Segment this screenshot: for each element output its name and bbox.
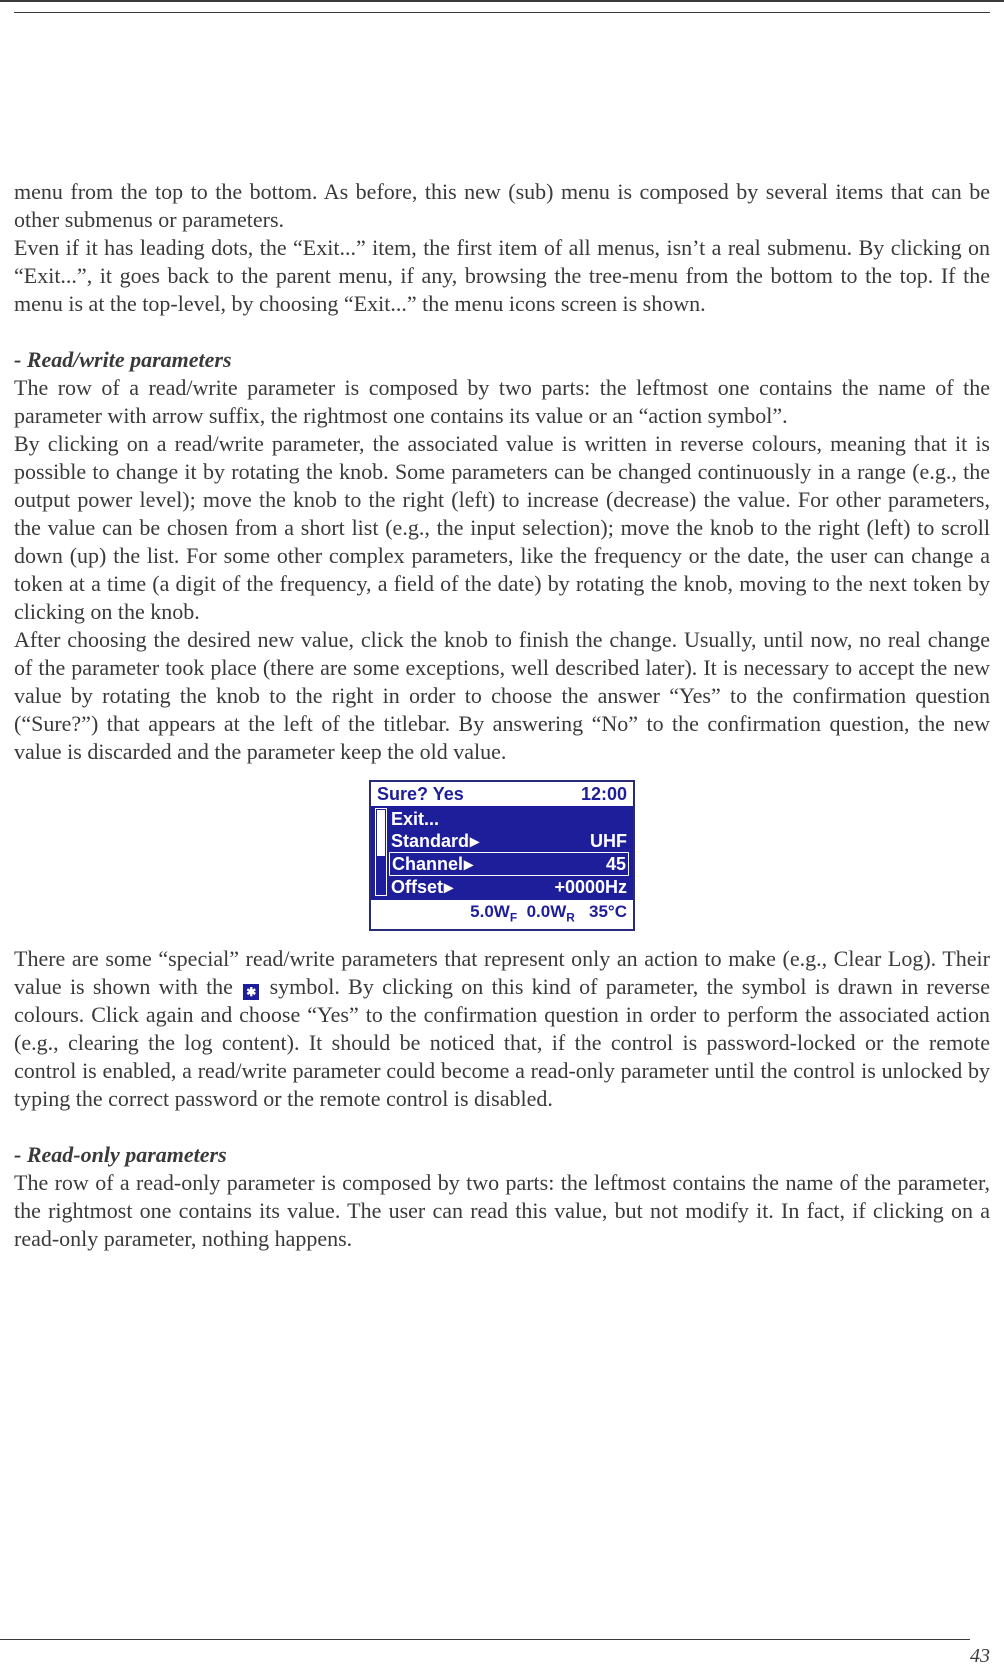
lcd-screenshot: Sure? Yes 12:00 Exit... Standard▸ UHF [14,780,990,931]
lcd-row-standard: Standard▸ UHF [389,830,629,852]
paragraph: The row of a read-only parameter is comp… [14,1169,990,1253]
chevron-right-icon: ▸ [464,853,473,875]
paragraph: After choosing the desired new value, cl… [14,626,990,766]
page-number: 43 [970,1645,990,1668]
paragraph: By clicking on a read/write parameter, t… [14,430,990,626]
paragraph: menu from the top to the bottom. As befo… [14,178,990,234]
lcd-footer: 5.0WF 0.0WR 35°C [371,900,633,929]
chevron-right-icon: ▸ [470,830,479,852]
section-heading-read-write: - Read/write parameters [14,346,990,374]
action-symbol-icon: ✱ [243,984,259,1000]
lcd-row-offset: Offset▸ +0000Hz [389,876,629,898]
lcd-titlebar: Sure? Yes 12:00 [371,782,633,806]
lcd-title-left: Sure? Yes [377,784,464,804]
lcd-scrollbar [375,808,387,896]
paragraph: There are some “special” read/write para… [14,945,990,1113]
lcd-row-channel: Channel▸ 45 [389,852,629,876]
chevron-right-icon: ▸ [444,876,453,898]
paragraph: The row of a read/write parameter is com… [14,374,990,430]
paragraph: Even if it has leading dots, the “Exit..… [14,234,990,318]
lcd-row-exit: Exit... [389,808,629,830]
section-heading-read-only: - Read-only parameters [14,1141,990,1169]
lcd-title-right: 12:00 [581,784,627,804]
